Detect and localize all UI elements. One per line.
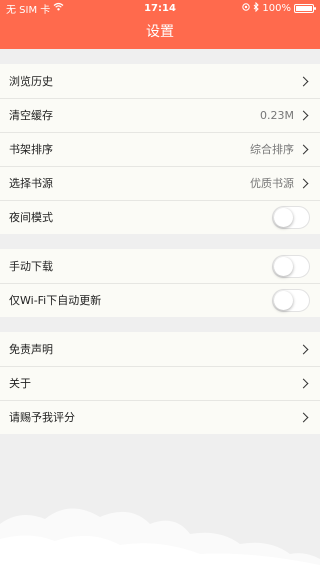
row-book-source[interactable]: 选择书源 优质书源 — [0, 166, 320, 200]
chevron-right-icon — [298, 110, 309, 120]
chevron-right-icon — [298, 378, 309, 388]
settings-group-download: 手动下载 仅Wi-Fi下自动更新 — [0, 249, 320, 317]
chevron-right-icon — [298, 412, 309, 422]
row-label: 请赐予我评分 — [9, 411, 75, 424]
wifi-auto-update-toggle[interactable] — [272, 288, 310, 312]
chevron-right-icon — [298, 344, 309, 354]
chevron-right-icon — [298, 144, 309, 154]
row-label: 夜间模式 — [9, 211, 53, 224]
status-bar: 无 SIM 卡 17:14 100% — [0, 0, 320, 16]
row-about[interactable]: 关于 — [0, 366, 320, 400]
battery-icon — [294, 3, 316, 13]
row-label: 选择书源 — [9, 177, 53, 190]
row-browse-history[interactable]: 浏览历史 — [0, 64, 320, 98]
row-label: 免责声明 — [9, 343, 53, 356]
row-manual-download: 手动下载 — [0, 249, 320, 283]
toggle-knob — [274, 256, 293, 276]
cache-size-value: 0.23M — [260, 108, 294, 122]
toggle-knob — [274, 290, 293, 310]
book-source-value: 优质书源 — [250, 177, 294, 190]
row-label: 浏览历史 — [9, 75, 53, 88]
row-disclaimer[interactable]: 免责声明 — [0, 332, 320, 366]
shelf-sort-value: 综合排序 — [250, 143, 294, 156]
row-label: 关于 — [9, 377, 31, 390]
row-shelf-sort[interactable]: 书架排序 综合排序 — [0, 132, 320, 166]
row-label: 手动下载 — [9, 260, 53, 273]
row-label: 仅Wi-Fi下自动更新 — [9, 294, 102, 307]
toggle-knob — [274, 207, 293, 227]
manual-download-toggle[interactable] — [272, 254, 310, 278]
row-wifi-auto-update: 仅Wi-Fi下自动更新 — [0, 283, 320, 317]
row-night-mode: 夜间模式 — [0, 200, 320, 234]
header: 无 SIM 卡 17:14 100% 设置 — [0, 0, 320, 49]
settings-group-about: 免责声明 关于 请赐予我评分 — [0, 332, 320, 434]
chevron-right-icon — [298, 76, 309, 86]
cloud-decoration — [0, 508, 320, 569]
row-clear-cache[interactable]: 清空缓存 0.23M — [0, 98, 320, 132]
row-label: 书架排序 — [9, 143, 53, 156]
row-label: 清空缓存 — [9, 109, 53, 122]
status-time: 17:14 — [144, 2, 176, 14]
settings-group-general: 浏览历史 清空缓存 0.23M 书架排序 综合排序 选择书源 优质书源 夜间模式 — [0, 64, 320, 234]
chevron-right-icon — [298, 178, 309, 188]
row-rate-app[interactable]: 请赐予我评分 — [0, 400, 320, 434]
night-mode-toggle[interactable] — [272, 205, 310, 229]
page-title: 设置 — [146, 24, 174, 40]
